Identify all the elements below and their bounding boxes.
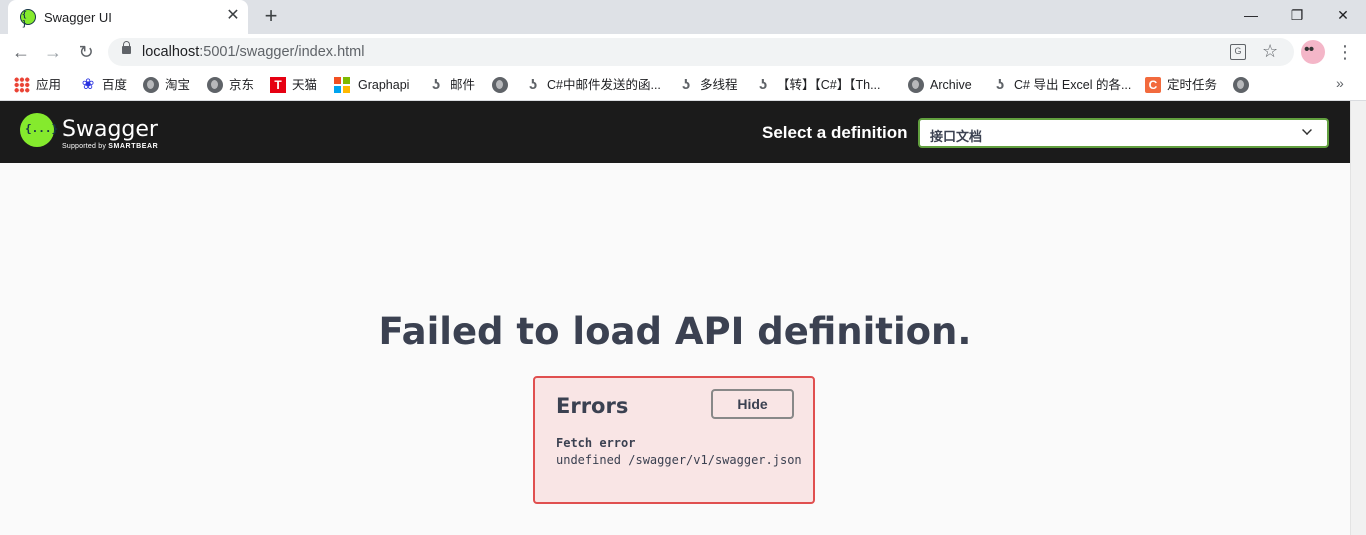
yuque-icon: ʖ — [528, 76, 538, 93]
browser-tab[interactable]: Swagger UI ✕ — [8, 0, 248, 34]
tab-close-icon[interactable]: ✕ — [224, 7, 242, 25]
definition-select[interactable]: 接口文档 — [918, 118, 1329, 148]
browser-menu-icon[interactable]: ⋮ — [1336, 39, 1354, 65]
bookmark-label: Graphapi — [358, 78, 410, 92]
url-host: localhost — [142, 44, 200, 60]
yuque-icon: ʖ — [995, 76, 1005, 93]
baidu-paw-icon: ❀ — [81, 76, 95, 93]
chevron-down-icon — [1302, 125, 1312, 135]
globe-icon — [207, 77, 223, 93]
yuque-icon: ʖ — [431, 76, 441, 93]
bookmark-label: 邮件 — [450, 78, 476, 92]
tmall-icon: T — [270, 77, 286, 93]
bookmark-label: 定时任务 — [1167, 78, 1218, 92]
swagger-brand[interactable]: Swagger — [62, 117, 158, 142]
bookmark-label: 多线程 — [700, 78, 738, 92]
yuque-icon: ʖ — [681, 76, 691, 93]
bookmarks-overflow-icon[interactable]: » — [1336, 75, 1344, 91]
definition-select-value: 接口文档 — [930, 129, 983, 144]
bookmark-label: C# 导出 Excel 的各... — [1014, 78, 1132, 92]
globe-icon — [908, 77, 924, 93]
swagger-favicon-icon — [20, 9, 36, 28]
forward-button[interactable]: → — [40, 39, 66, 65]
swagger-logo-icon[interactable] — [20, 113, 58, 147]
lock-icon[interactable] — [122, 41, 131, 54]
tab-title: Swagger UI — [44, 10, 112, 25]
bookmark-label: 应用 — [36, 78, 62, 92]
globe-icon — [143, 77, 159, 93]
error-message-detail: undefined /swagger/v1/swagger.json — [556, 453, 802, 467]
swagger-supported-by: Supported by SMARTBEAR — [62, 143, 158, 150]
smartbear-text: SMARTBEAR — [108, 143, 159, 150]
window-close-button[interactable]: ✕ — [1330, 4, 1356, 26]
load-failure-title: Failed to load API definition. — [378, 310, 972, 353]
swagger-topbar: Swagger Supported by SMARTBEAR Select a … — [0, 101, 1350, 163]
bookmark-label: 淘宝 — [165, 78, 191, 92]
select-definition-label: Select a definition — [762, 123, 908, 142]
browser-toolbar: ← → ↻ localhost:5001/swagger/index.html … — [0, 34, 1366, 70]
supported-by-text: Supported by — [62, 143, 107, 150]
minimize-button[interactable]: — — [1238, 4, 1264, 26]
bookmark-label: C#中邮件发送的函... — [547, 78, 661, 92]
url-path: :5001/swagger/index.html — [199, 44, 365, 60]
browser-tab-strip: Swagger UI ✕ + — ❐ ✕ — [0, 0, 1366, 34]
profile-avatar[interactable] — [1301, 40, 1325, 64]
errors-panel: Errors Hide Fetch error undefined /swagg… — [533, 376, 815, 504]
hide-button[interactable]: Hide — [711, 389, 794, 419]
url-text: localhost:5001/swagger/index.html — [142, 44, 364, 60]
bookmark-star-icon[interactable]: ☆ — [1262, 41, 1278, 62]
bookmarks-bar: 应用 ❀ 百度 淘宝 京东 T 天猫 Graphapi ʖ 邮件 ʖ C#中邮件… — [0, 70, 1366, 101]
c-icon: C — [1145, 77, 1161, 93]
new-tab-button[interactable]: + — [260, 5, 282, 27]
globe-icon — [1233, 77, 1249, 93]
yuque-icon: ʖ — [758, 76, 768, 93]
globe-icon — [492, 77, 508, 93]
errors-heading: Errors — [556, 394, 629, 418]
back-button[interactable]: ← — [8, 39, 34, 65]
error-message-title: Fetch error — [556, 436, 636, 450]
page-scrollbar[interactable] — [1350, 101, 1366, 535]
microsoft-icon — [334, 77, 350, 93]
bookmark-label: Archive — [930, 78, 972, 92]
restore-button[interactable]: ❐ — [1284, 4, 1310, 26]
address-bar[interactable]: localhost:5001/swagger/index.html G ☆ — [108, 38, 1294, 66]
bookmark-label: 百度 — [102, 78, 128, 92]
apps-icon — [14, 77, 30, 93]
bookmark-label: 天猫 — [292, 78, 318, 92]
reload-button[interactable]: ↻ — [73, 39, 99, 65]
bookmark-label: 【转】【C#】【Th... — [777, 78, 881, 92]
translate-icon[interactable]: G — [1230, 44, 1246, 60]
bookmark-label: 京东 — [229, 78, 255, 92]
